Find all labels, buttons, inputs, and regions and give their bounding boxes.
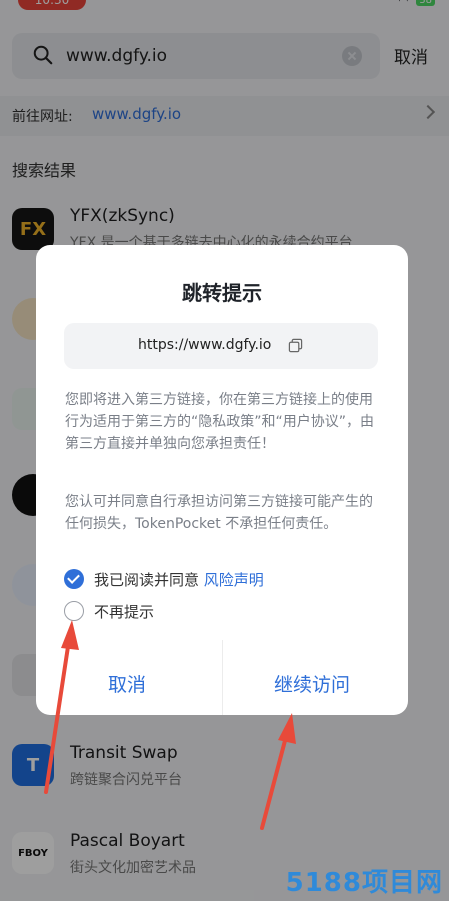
arrow-to-continue (260, 713, 296, 830)
arrow-to-no-remind (44, 620, 79, 794)
annotation-arrows (44, 620, 296, 830)
watermark-logo: 5188项目网 (285, 868, 443, 898)
